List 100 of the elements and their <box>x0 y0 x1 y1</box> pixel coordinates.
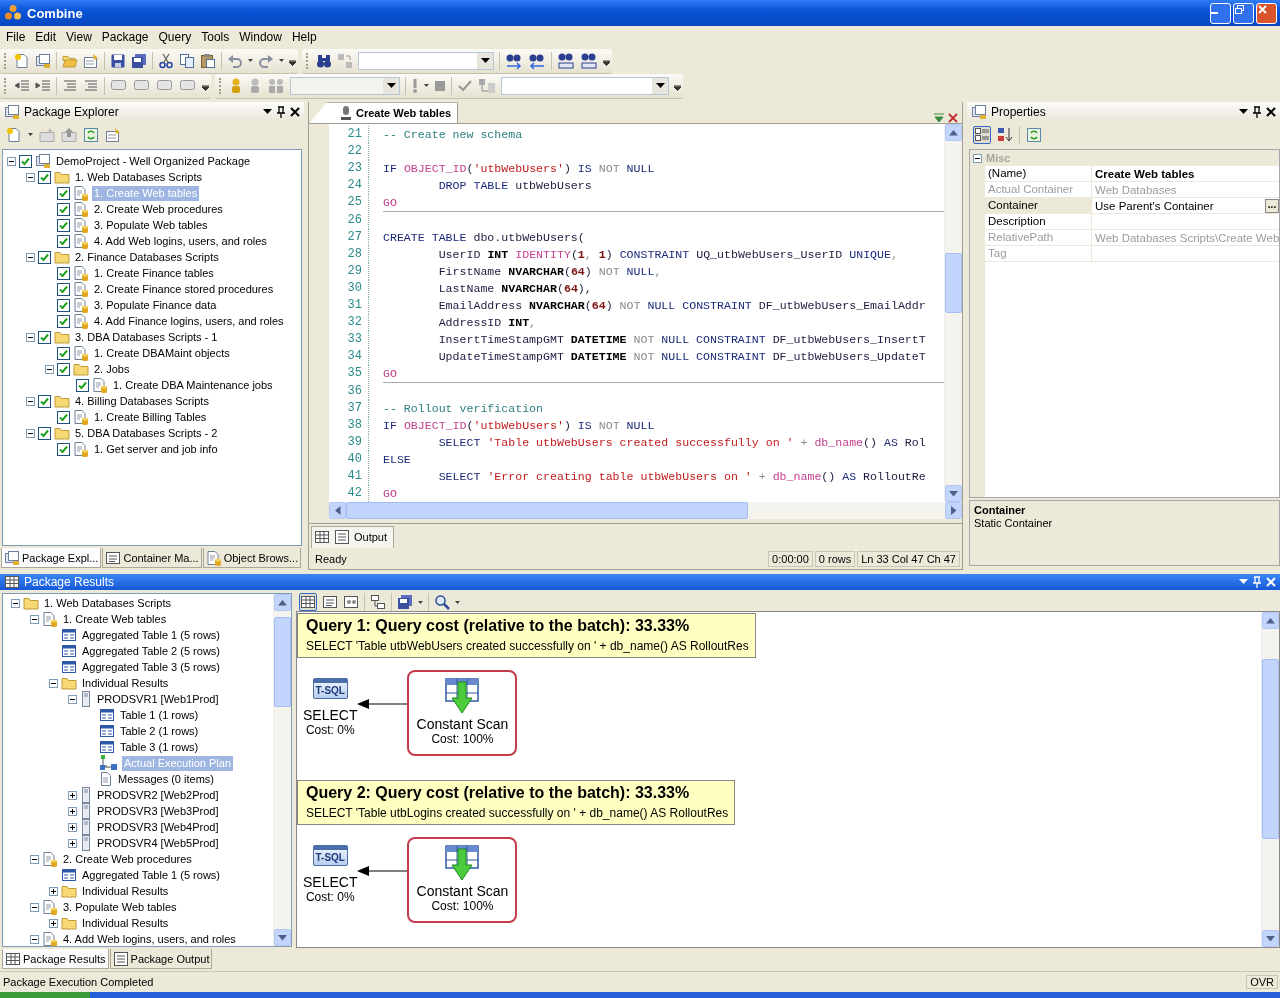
scroll-up-button[interactable] <box>1262 612 1279 629</box>
tree-item[interactable]: Aggregated Table 1 (5 rows) <box>80 867 222 883</box>
panel-tab[interactable]: Package Results <box>2 949 109 969</box>
tree-item[interactable]: 5. DBA Databases Scripts - 2 <box>73 425 220 441</box>
tree-item[interactable]: 1. Create Billing Tables <box>92 409 209 425</box>
tree-item[interactable]: 2. Jobs <box>92 361 132 377</box>
paste-icon[interactable] <box>200 52 216 69</box>
new-item-icon[interactable] <box>6 126 22 143</box>
close-icon[interactable] <box>290 107 300 117</box>
checkbox[interactable] <box>57 218 70 232</box>
property-name[interactable]: (Name) <box>985 166 1092 181</box>
pin-icon[interactable] <box>1252 106 1262 118</box>
search-icon[interactable] <box>434 594 450 610</box>
property-value[interactable]: Create Web tables <box>1095 167 1195 180</box>
diagram-icon[interactable] <box>370 594 386 610</box>
expand-icon[interactable] <box>68 790 77 800</box>
text-icon[interactable] <box>322 594 338 610</box>
collapse-icon[interactable] <box>26 252 35 262</box>
categorized-icon[interactable] <box>973 125 991 144</box>
tree-item[interactable]: 2. Finance Databases Scripts <box>73 249 221 265</box>
tree-item[interactable]: PRODSVR3 [Web4Prod] <box>95 819 221 835</box>
menu-item[interactable]: View <box>61 28 97 46</box>
scroll-thumb[interactable] <box>346 502 748 520</box>
collapse-icon[interactable] <box>49 678 58 688</box>
menu-item[interactable]: Edit <box>30 28 62 46</box>
save-icon[interactable] <box>397 594 413 610</box>
checkbox[interactable] <box>57 346 70 360</box>
save-all-icon[interactable] <box>131 52 147 69</box>
collapse-icon[interactable] <box>26 172 35 182</box>
execute-icon[interactable] <box>411 77 419 94</box>
property-value[interactable]: Use Parent's Container <box>1095 199 1214 212</box>
dropdown-icon[interactable] <box>1239 109 1248 115</box>
expand-icon[interactable] <box>49 918 58 928</box>
pin-icon[interactable] <box>276 106 286 118</box>
expand-icon[interactable] <box>68 822 77 832</box>
tree-item[interactable]: Individual Results <box>80 883 171 899</box>
tree-item[interactable]: Aggregated Table 2 (5 rows) <box>80 643 222 659</box>
tree-item[interactable]: PRODSVR3 [Web3Prod] <box>95 803 221 819</box>
tree-item[interactable]: PRODSVR4 [Web5Prod] <box>95 835 221 851</box>
save-icon[interactable] <box>110 52 126 69</box>
tree-item[interactable]: 2. Create Finance stored procedures <box>92 281 276 297</box>
grid-icon[interactable] <box>299 593 317 611</box>
binoculars-icon[interactable] <box>316 52 332 69</box>
caret-icon[interactable] <box>28 133 33 136</box>
collapse-icon[interactable] <box>26 428 35 438</box>
tree-item[interactable]: Aggregated Table 1 (5 rows) <box>80 627 222 643</box>
checkbox[interactable] <box>38 250 51 264</box>
collapse-icon[interactable] <box>30 902 39 912</box>
tree-item[interactable]: Aggregated Table 3 (5 rows) <box>80 659 222 675</box>
expand-icon[interactable] <box>68 838 77 848</box>
panel-tab[interactable]: Package Expl... <box>1 548 102 568</box>
tree-item[interactable]: 4. Billing Databases Scripts <box>73 393 211 409</box>
match-case-icon[interactable] <box>557 51 575 70</box>
menu-item[interactable]: File <box>1 28 31 46</box>
redo-icon[interactable] <box>258 52 274 69</box>
checkbox[interactable] <box>57 362 70 376</box>
checkbox[interactable] <box>57 266 70 280</box>
scroll-down-button[interactable] <box>1262 930 1279 947</box>
checkbox[interactable] <box>57 410 70 424</box>
new-project-icon[interactable] <box>35 52 51 69</box>
tree-item[interactable]: 4. Add Finance logins, users, and roles <box>92 313 286 329</box>
scroll-down-button[interactable] <box>945 485 962 503</box>
checkbox[interactable] <box>57 234 70 248</box>
panel-tab[interactable]: Package Output <box>109 949 213 969</box>
menu-item[interactable]: Window <box>234 28 287 46</box>
vertical-scrollbar[interactable] <box>1261 612 1279 947</box>
scroll-thumb[interactable] <box>1262 659 1279 839</box>
checkbox[interactable] <box>57 314 70 328</box>
refresh-icon[interactable] <box>83 126 99 143</box>
panel-tab[interactable]: Object Brows... <box>202 548 302 568</box>
output-tab[interactable]: Output <box>311 525 395 548</box>
close-icon[interactable] <box>1266 107 1276 117</box>
tree-item[interactable]: 1. Create Finance tables <box>92 265 216 281</box>
tree-item[interactable]: Messages (0 items) <box>116 771 216 787</box>
plan-operator[interactable]: Constant Scan Cost: 100% <box>407 670 518 756</box>
checkbox[interactable] <box>76 378 89 392</box>
tree-item[interactable]: DemoProject - Well Organized Package <box>54 153 253 169</box>
scroll-up-button[interactable] <box>274 594 291 611</box>
checkbox[interactable] <box>38 394 51 408</box>
scroll-left-button[interactable] <box>329 502 346 520</box>
tree-item[interactable]: 1. Web Databases Scripts <box>42 595 173 611</box>
tree-item[interactable]: 4. Add Web logins, users, and roles <box>61 931 238 946</box>
tree-item[interactable]: PRODSVR1 [Web1Prod] <box>95 691 221 707</box>
checkbox[interactable] <box>57 442 70 456</box>
tree-item[interactable]: 3. Populate Web tables <box>92 217 210 233</box>
checkbox[interactable] <box>38 170 51 184</box>
undo-icon[interactable] <box>227 52 243 69</box>
copy-icon[interactable] <box>179 52 195 69</box>
cut-icon[interactable] <box>158 52 174 69</box>
refresh-icon[interactable] <box>1026 126 1042 143</box>
document-icon[interactable] <box>83 52 99 69</box>
restore-button[interactable] <box>1233 2 1254 24</box>
tree-item[interactable]: 4. Add Web logins, users, and roles <box>92 233 269 249</box>
checkbox[interactable] <box>57 202 70 216</box>
panel-tab[interactable]: Container Ma... <box>102 548 202 568</box>
checkbox[interactable] <box>57 282 70 296</box>
menu-item[interactable]: Help <box>286 28 322 46</box>
indent-icon[interactable] <box>35 77 51 94</box>
menu-item[interactable]: Package <box>96 28 154 46</box>
menu-item[interactable]: Tools <box>196 28 235 46</box>
